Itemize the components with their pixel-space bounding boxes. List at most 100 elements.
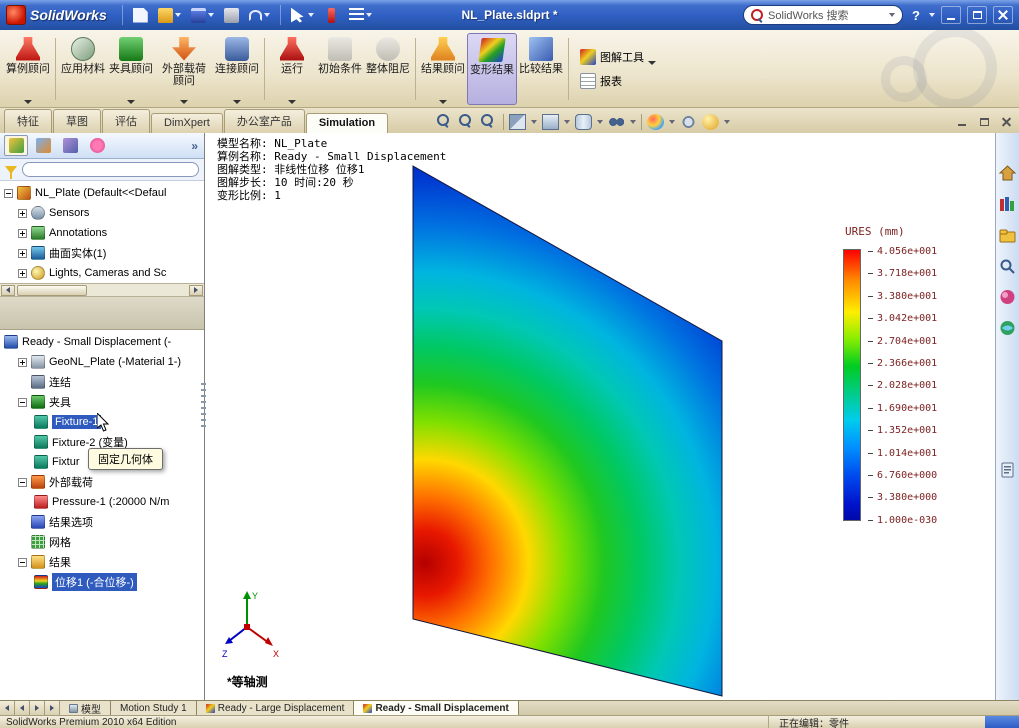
tab-office-products[interactable]: 办公室产品 xyxy=(223,109,305,133)
search-icon[interactable] xyxy=(999,258,1016,274)
zoom-fit-icon[interactable] xyxy=(437,114,450,127)
tree-item-connections[interactable]: 连结 xyxy=(0,372,204,392)
feature-tree-h-scrollbar[interactable] xyxy=(0,283,204,297)
tree-filter-input[interactable] xyxy=(22,162,199,177)
expand-icon[interactable] xyxy=(18,357,27,367)
tab-evaluate[interactable]: 评估 xyxy=(102,109,150,133)
display-style-icon[interactable] xyxy=(575,114,593,130)
expand-icon[interactable] xyxy=(18,248,27,258)
tree-item-study-root[interactable]: Ready - Small Displacement (- xyxy=(0,332,204,352)
dropdown-arrow-icon[interactable] xyxy=(669,120,676,124)
tab-ready-small-displacement[interactable]: Ready - Small Displacement xyxy=(354,701,519,715)
scroll-thumb[interactable] xyxy=(17,284,87,296)
tree-item-results[interactable]: 结果 xyxy=(0,552,204,572)
new-document-button[interactable] xyxy=(130,3,151,27)
search-box[interactable]: SolidWorks 搜索 xyxy=(743,5,904,25)
expand-icon[interactable] xyxy=(18,268,27,278)
panel-tabs-overflow[interactable]: » xyxy=(191,139,200,153)
close-button[interactable] xyxy=(993,6,1013,24)
section-view-icon[interactable] xyxy=(509,114,527,130)
tab-sketch[interactable]: 草图 xyxy=(53,109,101,133)
tab-model[interactable]: 模型 xyxy=(60,701,111,716)
ribbon-button-initial-conditions[interactable]: 初始条件 xyxy=(316,33,364,105)
collapse-icon[interactable] xyxy=(18,477,27,487)
tree-item-fixtures[interactable]: 夹具 xyxy=(0,392,204,412)
ribbon-button-report[interactable]: 报表 xyxy=(576,71,660,91)
help-button[interactable]: ? xyxy=(907,8,925,23)
tree-item-annotations[interactable]: Annotations xyxy=(0,223,204,243)
tree-item-study-part[interactable]: GeoNL_Plate (-Material 1-) xyxy=(0,352,204,372)
expand-icon[interactable] xyxy=(18,228,27,238)
edit-appearance-icon[interactable] xyxy=(647,114,665,130)
undo-button[interactable] xyxy=(246,3,273,27)
tab-features[interactable]: 特征 xyxy=(4,109,52,133)
select-button[interactable] xyxy=(288,3,317,27)
dropdown-arrow-icon[interactable] xyxy=(531,120,538,124)
dropdown-arrow-icon[interactable] xyxy=(630,120,637,124)
tree-item-external-loads[interactable]: 外部载荷 xyxy=(0,472,204,492)
tree-item-sensors[interactable]: Sensors xyxy=(0,203,204,223)
help-dropdown-icon[interactable] xyxy=(929,13,935,17)
view-orientation-icon[interactable] xyxy=(542,114,560,130)
dropdown-arrow-icon[interactable] xyxy=(724,120,731,124)
home-icon[interactable] xyxy=(999,165,1016,181)
tab-motion-study-1[interactable]: Motion Study 1 xyxy=(111,701,197,715)
tree-item-lights-cameras[interactable]: Lights, Cameras and Sc xyxy=(0,263,204,283)
tab-simulation[interactable]: Simulation xyxy=(305,113,389,133)
scenes-icon[interactable] xyxy=(999,320,1016,336)
tab-featuremanager-tree[interactable] xyxy=(4,135,28,156)
open-button[interactable] xyxy=(155,3,184,27)
tab-configurationmanager[interactable] xyxy=(58,135,82,156)
tab-dimxpert[interactable]: DimXpert xyxy=(151,113,223,133)
expand-icon[interactable] xyxy=(18,208,27,218)
pane-restore-button[interactable] xyxy=(975,114,993,129)
tab-ready-large-displacement[interactable]: Ready - Large Displacement xyxy=(196,701,355,715)
panel-splitter-handle[interactable] xyxy=(201,383,206,429)
tab-scroll-left-button[interactable] xyxy=(15,701,30,715)
print-button[interactable] xyxy=(221,3,242,27)
apply-scene-icon[interactable] xyxy=(702,114,720,130)
tab-scroll-first-button[interactable] xyxy=(0,701,15,715)
design-library-icon[interactable] xyxy=(999,196,1016,212)
ribbon-button-external-loads-advisor[interactable]: 外部载荷顾问 xyxy=(155,33,213,105)
hide-show-items-icon[interactable] xyxy=(608,114,626,130)
collapse-icon[interactable] xyxy=(18,397,27,407)
ribbon-button-global-damping[interactable]: 整体阻尼 xyxy=(364,33,412,105)
previous-view-icon[interactable] xyxy=(481,114,494,127)
scroll-right-button[interactable] xyxy=(189,284,203,296)
ribbon-button-fixtures-advisor[interactable]: 夹具顾问 xyxy=(107,33,155,105)
view-settings-icon[interactable] xyxy=(680,114,698,130)
ribbon-button-connections-advisor[interactable]: 连接顾问 xyxy=(213,33,261,105)
ribbon-button-compare-results[interactable]: 比较结果 xyxy=(517,33,565,105)
custom-properties-icon[interactable] xyxy=(999,462,1016,478)
ribbon-button-run[interactable]: 运行 xyxy=(268,33,316,105)
tree-item-result-options[interactable]: 结果选项 xyxy=(0,512,204,532)
tab-dimxpertmanager[interactable] xyxy=(85,135,109,156)
options-button[interactable] xyxy=(346,3,375,27)
ribbon-button-study-advisor[interactable]: 算例顾问 xyxy=(4,33,52,105)
save-button[interactable] xyxy=(188,3,217,27)
dropdown-arrow-icon[interactable] xyxy=(597,120,604,124)
pane-close-button[interactable] xyxy=(997,114,1015,129)
ribbon-button-plot-tools[interactable]: 图解工具 xyxy=(576,47,660,67)
minimize-button[interactable] xyxy=(941,6,961,24)
search-input[interactable]: SolidWorks 搜索 xyxy=(768,7,885,23)
file-explorer-icon[interactable] xyxy=(999,227,1016,243)
tree-item-displacement-plot[interactable]: 位移1 (-合位移-) xyxy=(0,572,204,592)
dropdown-arrow-icon[interactable] xyxy=(564,120,571,124)
appearances-icon[interactable] xyxy=(999,289,1016,305)
tree-item-pressure-1[interactable]: Pressure-1 (:20000 N/m xyxy=(0,492,204,512)
scroll-left-button[interactable] xyxy=(1,284,15,296)
ribbon-button-apply-material[interactable]: 应用材料 xyxy=(59,33,107,105)
measure-button[interactable] xyxy=(321,3,342,27)
collapse-icon[interactable] xyxy=(18,557,27,567)
tab-propertymanager[interactable] xyxy=(31,135,55,156)
search-dropdown-icon[interactable] xyxy=(889,13,896,17)
tree-item-mesh[interactable]: 网格 xyxy=(0,532,204,552)
pane-minimize-button[interactable] xyxy=(953,114,971,129)
tree-item-part-root[interactable]: NL_Plate (Default<<Defaul xyxy=(0,183,204,203)
panel-splitter[interactable] xyxy=(0,297,204,330)
tab-scroll-right-button[interactable] xyxy=(30,701,45,715)
collapse-icon[interactable] xyxy=(4,188,13,198)
ribbon-button-results-advisor[interactable]: 结果顾问 xyxy=(419,33,467,105)
